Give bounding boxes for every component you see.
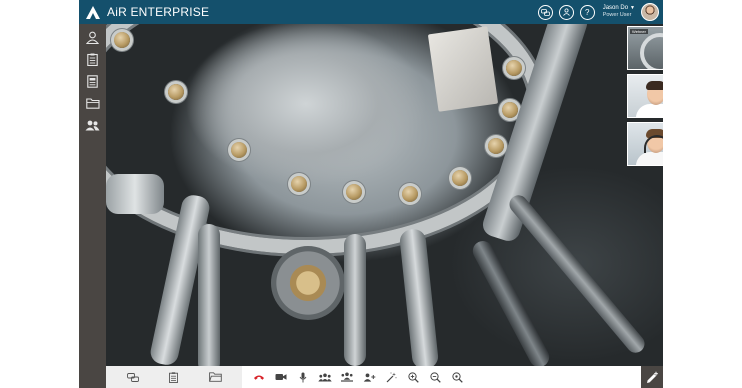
participant-tile[interactable]: Wehner <box>627 26 663 70</box>
sidebar-item-documents[interactable] <box>79 72 106 91</box>
zoom-reset-button[interactable] <box>446 366 468 388</box>
header-bar: AiR ENTERPRISE ? Jason Do ▼ Power User <box>79 0 663 24</box>
participant-label: Wehner <box>630 29 648 34</box>
user-name: Jason Do <box>602 5 629 11</box>
clipboard-icon <box>169 371 179 383</box>
folder-icon <box>85 98 100 109</box>
end-call-button[interactable] <box>248 366 270 388</box>
bolt <box>506 60 522 76</box>
header-actions: ? Jason Do ▼ Power User <box>532 0 659 24</box>
group-call-button[interactable] <box>336 366 358 388</box>
people-icon <box>85 120 100 131</box>
annotate-button[interactable] <box>380 366 402 388</box>
group-button[interactable] <box>558 4 574 20</box>
video-toggle-button[interactable] <box>270 366 292 388</box>
toolbar-left-group <box>106 366 242 388</box>
user-menu[interactable]: Jason Do ▼ Power User <box>603 5 635 19</box>
chat-button[interactable] <box>122 366 144 388</box>
video-camera-icon <box>275 374 287 380</box>
pipe <box>469 237 553 366</box>
group-icon <box>562 8 570 16</box>
user-icon <box>86 31 99 44</box>
sidebar-item-contacts[interactable] <box>79 116 106 135</box>
help-button[interactable]: ? <box>579 4 595 20</box>
zoom-out-icon <box>429 371 441 383</box>
app-title: AiR ENTERPRISE <box>107 5 210 19</box>
participant-list: Wehner <box>627 26 663 170</box>
chat-button[interactable] <box>537 4 553 20</box>
pipe <box>198 224 220 366</box>
bolt <box>231 142 247 158</box>
end-call-icon <box>254 375 264 380</box>
bolt <box>291 176 307 192</box>
mute-button[interactable] <box>292 366 314 388</box>
sidebar-item-files[interactable] <box>79 94 106 113</box>
edit-button[interactable] <box>641 366 663 388</box>
bolt <box>346 184 362 200</box>
participant-tile[interactable] <box>627 74 663 118</box>
toolbar-call-controls <box>248 366 468 388</box>
participants-button[interactable] <box>314 366 336 388</box>
bolt <box>114 32 130 48</box>
metal-plate <box>427 26 499 112</box>
zoom-in-icon <box>407 371 419 383</box>
pen-plus-icon <box>646 371 658 383</box>
round-flange <box>271 246 345 320</box>
zoom-reset-icon <box>451 371 463 383</box>
document-icon <box>87 75 98 88</box>
group-call-icon <box>341 372 353 382</box>
add-user-button[interactable] <box>358 366 380 388</box>
app-window: AiR ENTERPRISE ? Jason Do ▼ Power User W… <box>79 0 663 388</box>
sidebar-item-tasks[interactable] <box>79 50 106 69</box>
magic-wand-icon <box>386 372 396 382</box>
participants-icon <box>318 373 332 381</box>
zoom-out-button[interactable] <box>424 366 446 388</box>
pipe <box>398 228 440 366</box>
chat-icon <box>126 372 139 382</box>
chat-icon <box>540 8 550 16</box>
files-button[interactable] <box>204 366 226 388</box>
bolt <box>402 186 418 202</box>
avatar[interactable] <box>641 3 659 21</box>
tasks-button[interactable] <box>163 366 185 388</box>
pipe <box>106 174 164 214</box>
add-user-icon <box>363 373 375 382</box>
pipe <box>344 234 366 366</box>
sidebar-item-profile[interactable] <box>79 28 106 47</box>
bolt <box>502 102 518 118</box>
folder-icon <box>208 372 222 382</box>
help-icon: ? <box>584 7 590 17</box>
zoom-in-button[interactable] <box>402 366 424 388</box>
air-logo-icon <box>86 5 100 19</box>
microphone-icon <box>299 372 307 382</box>
user-role: Power User <box>602 12 632 18</box>
bolt <box>488 138 504 154</box>
participant-tile[interactable] <box>627 122 663 166</box>
main-video-feed[interactable]: Wehner <box>106 24 663 366</box>
bottom-toolbar <box>106 366 663 388</box>
bolt <box>452 170 468 186</box>
bolt <box>168 84 184 100</box>
sidebar <box>79 24 106 388</box>
clipboard-icon <box>87 53 98 66</box>
caret-down-icon: ▼ <box>630 5 635 11</box>
